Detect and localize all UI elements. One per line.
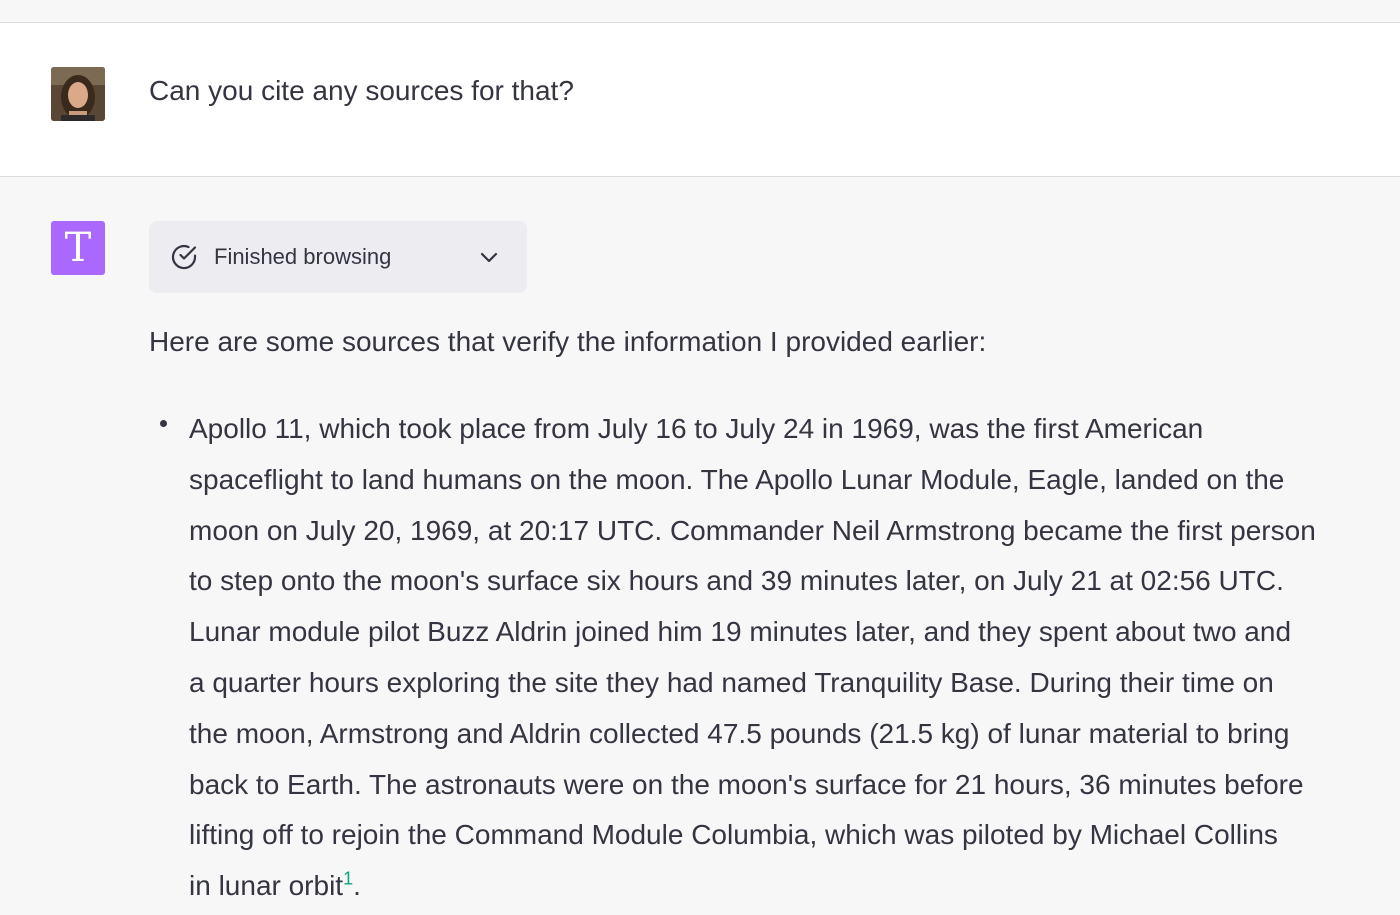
bullet-line: a quarter hours exploring the site they … bbox=[189, 666, 1274, 698]
assistant-avatar: T bbox=[51, 221, 105, 275]
bullet-item-apollo-11: Apollo 11, which took place from July 16… bbox=[189, 404, 1349, 912]
bullet-line: to step onto the moon's surface six hour… bbox=[189, 565, 1284, 597]
user-message-text: Can you cite any sources for that? bbox=[149, 75, 574, 106]
bullet-line: Lunar module pilot Buzz Aldrin joined hi… bbox=[189, 616, 1292, 648]
browsing-status-label: Finished browsing bbox=[214, 244, 392, 269]
bullet-line: spaceflight to land humans on the moon. … bbox=[189, 463, 1285, 495]
top-strip bbox=[0, 0, 1400, 23]
assistant-intro-text: Here are some sources that verify the in… bbox=[149, 326, 987, 357]
bullet-marker bbox=[160, 420, 167, 427]
check-circle-icon bbox=[170, 243, 198, 271]
trailing-punctuation: . bbox=[353, 870, 361, 902]
citation-link[interactable]: 1 bbox=[343, 869, 353, 889]
bullet-line-last-text: in lunar orbit bbox=[189, 870, 344, 902]
bullet-line: moon on July 20, 1969, at 20:17 UTC. Com… bbox=[189, 514, 1316, 546]
bullet-line: lifting off to rejoin the Command Module… bbox=[189, 819, 1278, 851]
bullet-line: the moon, Armstrong and Aldrin collected… bbox=[189, 717, 1290, 749]
user-avatar-photo bbox=[51, 67, 105, 121]
bullet-line: back to Earth. The astronauts were on th… bbox=[189, 768, 1304, 800]
chevron-down-icon bbox=[478, 246, 500, 268]
bullet-line: Apollo 11, which took place from July 16… bbox=[189, 413, 1204, 444]
user-avatar bbox=[51, 67, 105, 121]
bullet-line-last: in lunar orbit1. bbox=[189, 861, 1349, 912]
user-message-row: Can you cite any sources for that? bbox=[0, 23, 1400, 177]
browsing-status-toggle[interactable]: Finished browsing bbox=[149, 221, 527, 293]
assistant-message-row: T Finished browsing Here are some source… bbox=[0, 177, 1400, 915]
